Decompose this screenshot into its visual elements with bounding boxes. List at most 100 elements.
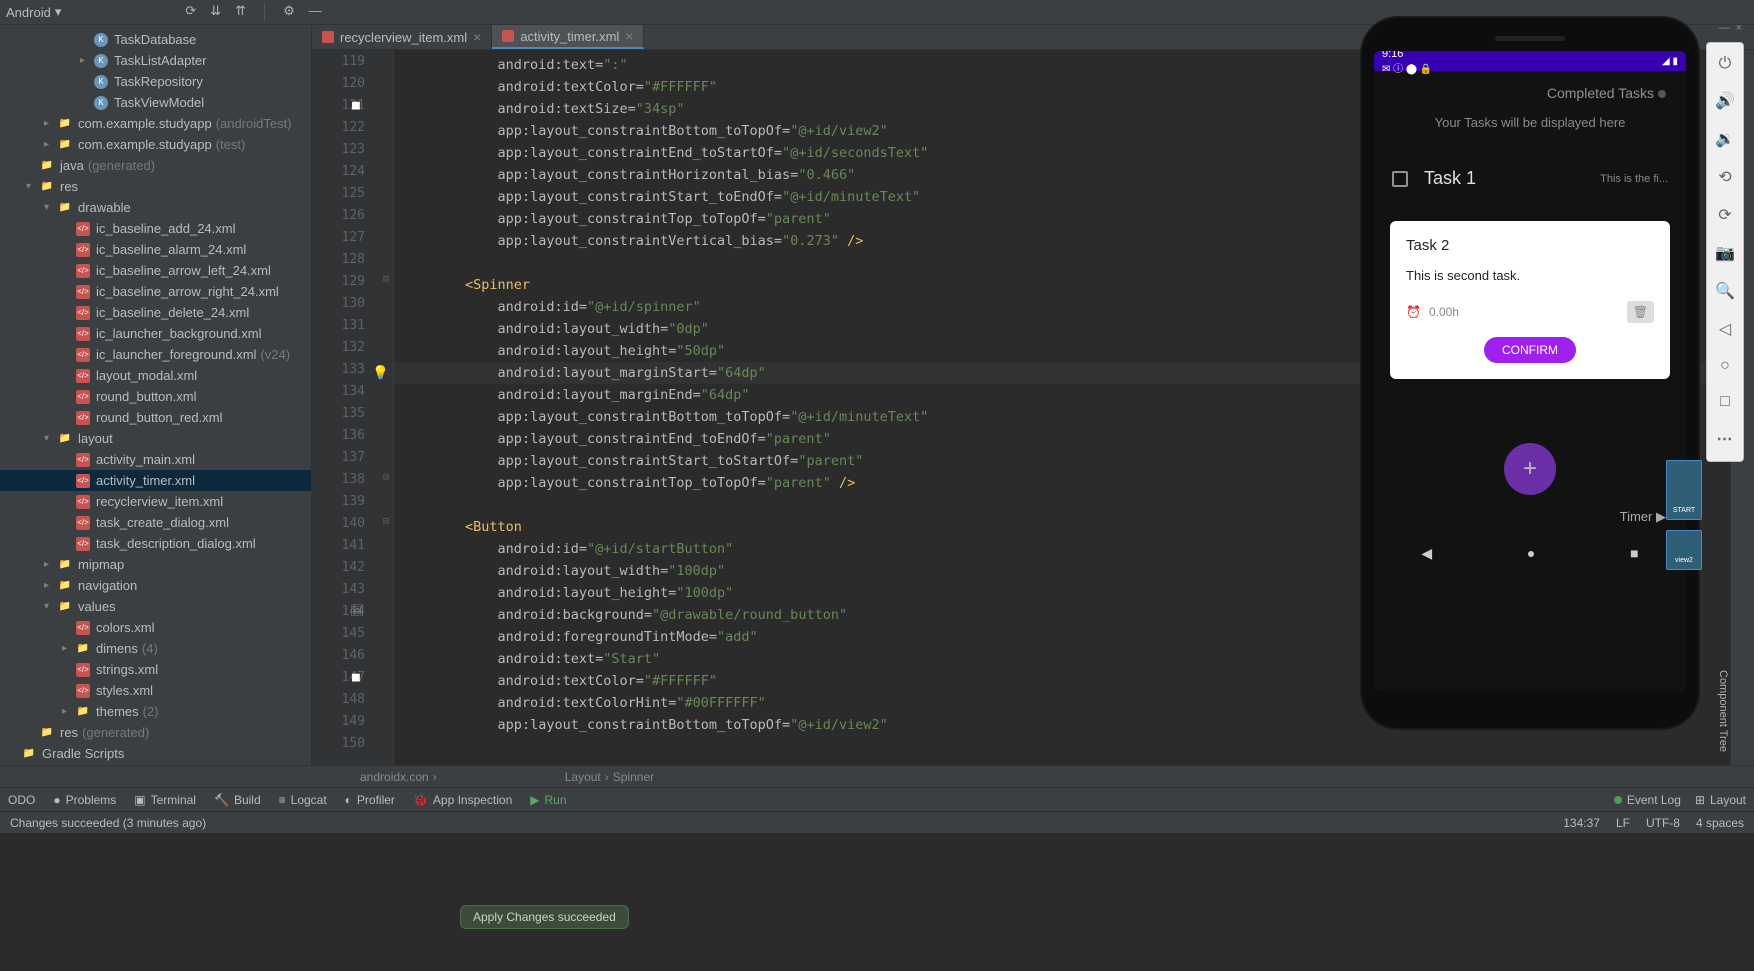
timer-nav[interactable]: Timer ▶ <box>1374 503 1686 531</box>
emulator-screen[interactable]: 9:16 ✉ ⓘ ⬤ 🔒 ◢ ▮ Completed Tasks Your Ta… <box>1374 51 1686 691</box>
android-nav-bar: ◀ ● ■ <box>1374 531 1686 576</box>
chevron-right-icon: ▶ <box>1656 509 1666 524</box>
gutter[interactable]: 119120121■122123124125126127128129⊟13013… <box>312 50 394 765</box>
tree-item[interactable]: 📁java(generated) <box>0 155 311 176</box>
recents-button[interactable]: ■ <box>1630 545 1638 562</box>
terminal-tab[interactable]: ▣ Terminal <box>134 793 196 807</box>
todo-tab[interactable]: ODO <box>8 793 35 807</box>
tree-item[interactable]: ▾📁values <box>0 596 311 617</box>
tree-item[interactable]: ▸📁com.example.studyapp(androidTest) <box>0 113 311 134</box>
zoom-in-icon[interactable]: 🔍 <box>1715 281 1735 301</box>
tree-item[interactable]: </>ic_launcher_background.xml <box>0 323 311 344</box>
tree-item[interactable]: ▸📁navigation <box>0 575 311 596</box>
minimize-icon[interactable]: — <box>1719 22 1730 34</box>
expand-icon[interactable]: ⇊ <box>210 3 221 21</box>
power-icon[interactable]: ⏻ <box>1719 55 1732 73</box>
tree-item[interactable]: </>colors.xml <box>0 617 311 638</box>
tree-item[interactable]: </>activity_main.xml <box>0 449 311 470</box>
minimize-icon[interactable]: — <box>309 3 322 21</box>
problems-tab[interactable]: ● Problems <box>53 793 116 807</box>
layout-inspector-tab[interactable]: ⊞ Layout <box>1695 793 1746 807</box>
tree-item[interactable]: </>ic_baseline_add_24.xml <box>0 218 311 239</box>
inspection-tab[interactable]: 🐞 App Inspection <box>413 793 512 807</box>
tab-activity-timer[interactable]: activity_timer.xml × <box>492 25 644 49</box>
breadcrumb[interactable]: androidx.con › Layout › Spinner <box>0 765 1754 787</box>
back-icon[interactable]: ◁ <box>1719 319 1731 339</box>
thumb-view2[interactable]: view2 <box>1666 530 1702 570</box>
run-tab[interactable]: ▶ Run <box>530 793 566 807</box>
overview-icon[interactable]: □ <box>1720 393 1730 411</box>
tasks-hint: Your Tasks will be displayed here <box>1374 115 1686 150</box>
tree-item[interactable]: </>ic_baseline_delete_24.xml <box>0 302 311 323</box>
task-row-1[interactable]: Task 1 This is the fi... <box>1374 150 1686 207</box>
caret-position[interactable]: 134:37 <box>1563 816 1600 830</box>
project-tree[interactable]: KTaskDatabase▸KTaskListAdapterKTaskRepos… <box>0 25 312 765</box>
confirm-button[interactable]: CONFIRM <box>1484 337 1576 363</box>
logcat-tab[interactable]: ≡ Logcat <box>279 793 327 807</box>
tree-item[interactable]: </>round_button_red.xml <box>0 407 311 428</box>
profiler-tab[interactable]: ◐ Profiler <box>345 793 395 807</box>
tree-item[interactable]: </>ic_baseline_arrow_left_24.xml <box>0 260 311 281</box>
home-icon[interactable]: ○ <box>1720 357 1730 375</box>
checkbox[interactable] <box>1392 171 1408 187</box>
tree-item[interactable]: KTaskRepository <box>0 71 311 92</box>
rotate-right-icon[interactable]: ⟳ <box>1718 205 1731 225</box>
close-icon[interactable]: × <box>473 29 481 45</box>
indent[interactable]: 4 spaces <box>1696 816 1744 830</box>
gear-icon[interactable]: ⚙ <box>283 3 295 21</box>
tree-item[interactable]: ▸📁dimens(4) <box>0 638 311 659</box>
tree-item[interactable]: ▾📁res <box>0 176 311 197</box>
tree-item[interactable]: </>layout_modal.xml <box>0 365 311 386</box>
close-icon[interactable]: × <box>625 28 633 44</box>
alarm-icon: ⏰ <box>1406 305 1421 319</box>
tree-item[interactable]: KTaskViewModel <box>0 92 311 113</box>
tree-item[interactable]: ▾📁drawable <box>0 197 311 218</box>
preview-thumbnails[interactable]: START view2 <box>1666 460 1702 570</box>
delete-button[interactable]: 🗑 <box>1627 301 1654 323</box>
tree-item[interactable]: </>styles.xml <box>0 680 311 701</box>
tree-item[interactable]: </>task_create_dialog.xml <box>0 512 311 533</box>
status-message: Changes succeeded (3 minutes ago) <box>10 816 206 830</box>
completed-tasks-header[interactable]: Completed Tasks <box>1374 71 1686 115</box>
home-button[interactable]: ● <box>1527 545 1535 562</box>
tab-recyclerview[interactable]: recyclerview_item.xml × <box>312 25 492 49</box>
fab-add-button[interactable]: + <box>1504 443 1556 495</box>
tree-item[interactable]: </>activity_timer.xml <box>0 470 311 491</box>
chevron-down-icon: ▾ <box>55 4 62 20</box>
tree-item[interactable]: </>ic_baseline_alarm_24.xml <box>0 239 311 260</box>
tree-item[interactable]: ▾📁layout <box>0 428 311 449</box>
encoding[interactable]: UTF-8 <box>1646 816 1680 830</box>
volume-down-icon[interactable]: 🔉 <box>1715 129 1735 149</box>
thumb-start[interactable]: START <box>1666 460 1702 520</box>
volume-up-icon[interactable]: 🔊 <box>1715 91 1735 111</box>
tree-item[interactable]: </>recyclerview_item.xml <box>0 491 311 512</box>
tree-item[interactable]: ▸KTaskListAdapter <box>0 50 311 71</box>
tree-item[interactable]: ▸📁themes(2) <box>0 701 311 722</box>
back-button[interactable]: ◀ <box>1421 545 1432 562</box>
tree-item[interactable]: </>strings.xml <box>0 659 311 680</box>
tree-item[interactable]: ▸📁mipmap <box>0 554 311 575</box>
sync-icon[interactable]: ⟳ <box>185 3 196 21</box>
modal-description: This is second task. <box>1406 268 1654 283</box>
collapse-icon[interactable]: ⇈ <box>235 3 246 21</box>
close-icon[interactable]: × <box>1736 22 1742 34</box>
emulator-controls: ⏻ 🔊 🔉 ⟲ ⟳ 📷 🔍 ◁ ○ □ ⋯ <box>1706 42 1744 462</box>
tree-item[interactable]: ▸📁com.example.studyapp(test) <box>0 134 311 155</box>
project-view-selector[interactable]: Android ▾ <box>6 4 61 20</box>
tree-item[interactable]: </>round_button.xml <box>0 386 311 407</box>
tree-item[interactable]: 📁Gradle Scripts <box>0 743 311 764</box>
emulator-device: 9:16 ✉ ⓘ ⬤ 🔒 ◢ ▮ Completed Tasks Your Ta… <box>1362 18 1698 728</box>
camera-icon[interactable]: 📷 <box>1715 243 1735 263</box>
component-tree-panel[interactable]: Component Tree <box>1717 670 1729 755</box>
tree-item[interactable]: </>ic_baseline_arrow_right_24.xml <box>0 281 311 302</box>
rotate-left-icon[interactable]: ⟲ <box>1718 167 1731 187</box>
tree-item[interactable]: KTaskDatabase <box>0 29 311 50</box>
line-ending[interactable]: LF <box>1616 816 1630 830</box>
tree-item[interactable]: </>ic_launcher_foreground.xml(v24) <box>0 344 311 365</box>
build-tab[interactable]: 🔨 Build <box>214 793 261 807</box>
more-icon[interactable]: ⋯ <box>1717 429 1734 449</box>
tree-item[interactable]: 📁res(generated) <box>0 722 311 743</box>
xml-file-icon <box>502 30 514 42</box>
event-log-tab[interactable]: Event Log <box>1614 793 1681 807</box>
tree-item[interactable]: </>task_description_dialog.xml <box>0 533 311 554</box>
